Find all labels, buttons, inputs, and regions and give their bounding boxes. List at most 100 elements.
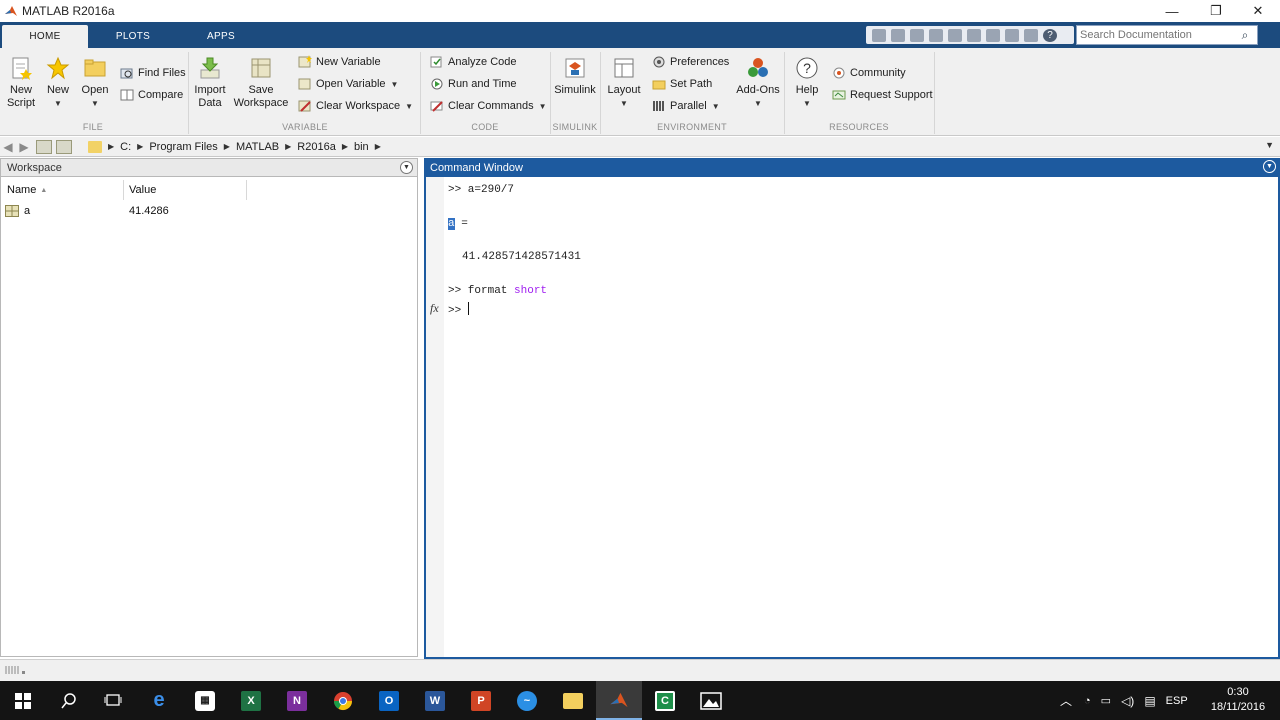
quick-access-button[interactable] (948, 28, 962, 42)
command-prompt[interactable]: >> (448, 302, 469, 317)
column-header-value[interactable]: Value (124, 180, 247, 200)
new-script-button[interactable]: New Script (6, 56, 36, 110)
add-ons-button[interactable]: Add-Ons ▼ (736, 56, 780, 110)
wifi-icon[interactable]: ◔ (1084, 695, 1091, 707)
taskbar-app-matlab[interactable] (596, 681, 642, 720)
back-arrow-icon[interactable]: ◀ (0, 140, 16, 154)
new-variable-button[interactable]: New Variable (298, 53, 381, 71)
quick-access-button[interactable] (986, 28, 1000, 42)
taskbar-app-camtasia[interactable]: C (642, 681, 688, 720)
clear-workspace-button[interactable]: Clear Workspace ▼ (298, 97, 413, 115)
volume-icon[interactable]: ◁) (1121, 694, 1134, 708)
tab-home[interactable]: HOME (2, 25, 88, 48)
taskbar-app-outlook[interactable]: O (366, 681, 412, 720)
group-label-simulink: SIMULINK (552, 122, 598, 132)
quick-access-button[interactable] (872, 28, 886, 42)
path-separator-icon: ▶ (108, 142, 115, 151)
path-segment[interactable]: bin (354, 141, 369, 153)
search-icon[interactable]: ⌕ (1237, 28, 1253, 43)
import-data-button[interactable]: Import Data (194, 56, 226, 110)
column-header-name[interactable]: Name ▲ (1, 180, 124, 200)
status-grip-icon[interactable] (4, 665, 26, 675)
open-button[interactable]: Open ▼ (80, 56, 110, 110)
tab-plots[interactable]: PLOTS (90, 25, 176, 48)
panel-options-icon[interactable]: ▼ (1263, 160, 1276, 173)
taskbar-app-store[interactable]: ▦ (182, 681, 228, 720)
taskbar-app-file-explorer[interactable] (550, 681, 596, 720)
request-support-label: Request Support (850, 89, 933, 101)
open-variable-button[interactable]: Open Variable ▼ (298, 75, 398, 93)
layout-button[interactable]: Layout ▼ (606, 56, 642, 110)
chevron-down-icon[interactable]: ▼ (539, 102, 547, 111)
selected-text[interactable]: a (448, 218, 455, 230)
command-window[interactable]: >> a=290/7 a = 41.428571428571431 >> for… (424, 177, 1280, 659)
preferences-button[interactable]: Preferences (652, 53, 729, 71)
chevron-down-icon[interactable]: ▼ (391, 80, 399, 89)
path-segment[interactable]: C: (120, 141, 131, 153)
path-segment[interactable]: R2016a (297, 141, 336, 153)
compare-button[interactable]: Compare (120, 86, 183, 104)
taskbar-app-chrome[interactable] (320, 681, 366, 720)
taskbar-app-word[interactable]: W (412, 681, 458, 720)
chevron-down-icon[interactable]: ▼ (405, 102, 413, 111)
search-input[interactable] (1077, 26, 1237, 44)
parallel-button[interactable]: Parallel ▼ (652, 97, 720, 115)
new-script-label-1: New (9, 84, 32, 96)
taskbar-app-edge[interactable]: e (136, 681, 182, 720)
help-button[interactable]: ? Help ▼ (792, 56, 822, 110)
function-browser-icon[interactable]: fx (430, 301, 439, 316)
run-and-time-button[interactable]: Run and Time (430, 75, 516, 93)
find-files-label: Find Files (138, 67, 186, 79)
task-view-button[interactable] (90, 681, 136, 720)
taskbar-app-powerpoint[interactable]: P (458, 681, 504, 720)
workspace-panel: Name ▲ Value a 41.4286 (0, 177, 418, 657)
chevron-down-icon: ▼ (754, 99, 762, 108)
panel-options-icon[interactable]: ▼ (400, 161, 413, 174)
chevron-down-icon[interactable]: ▼ (712, 102, 720, 111)
output-equals: = (454, 218, 468, 230)
analyze-code-button[interactable]: Analyze Code (430, 53, 517, 71)
start-button[interactable] (0, 681, 46, 720)
onenote-icon: N (287, 690, 307, 711)
simulink-button[interactable]: Simulink (554, 56, 596, 97)
clock[interactable]: 0:30 18/11/2016 (1208, 685, 1268, 715)
quick-access-button[interactable] (967, 28, 981, 42)
quick-access-button[interactable] (910, 28, 924, 42)
quick-access-button[interactable] (891, 28, 905, 42)
save-workspace-label-1: Save (248, 84, 274, 96)
tab-apps[interactable]: APPS (178, 25, 264, 48)
browse-folder-icon[interactable] (56, 139, 72, 154)
workspace-variable-row[interactable]: a 41.4286 (1, 201, 417, 221)
path-segment[interactable]: MATLAB (236, 141, 279, 153)
request-support-button[interactable]: Request Support (832, 86, 933, 104)
quick-access-button[interactable] (929, 28, 943, 42)
path-segment[interactable]: Program Files (149, 141, 217, 153)
close-button[interactable]: ✕ (1236, 0, 1280, 22)
save-workspace-icon (251, 58, 271, 78)
taskbar-app-messenger[interactable]: ~ (504, 681, 550, 720)
quick-access-button[interactable] (1024, 28, 1038, 42)
command-gutter (426, 177, 444, 657)
restore-button[interactable]: ❐ (1194, 0, 1238, 22)
folder-icon (563, 692, 583, 709)
new-button[interactable]: New ▼ (44, 56, 72, 110)
help-icon[interactable]: ? (1043, 28, 1057, 42)
set-path-button[interactable]: Set Path (652, 75, 712, 93)
taskbar-app-onenote[interactable]: N (274, 681, 320, 720)
community-button[interactable]: Community (832, 64, 906, 82)
minimize-button[interactable]: — (1150, 0, 1194, 22)
quick-access-button[interactable] (1005, 28, 1019, 42)
notification-icon[interactable]: ▤ (1144, 694, 1155, 708)
save-workspace-button[interactable]: Save Workspace (234, 56, 288, 110)
search-taskbar-button[interactable] (46, 681, 92, 720)
taskbar-app-excel[interactable]: X (228, 681, 274, 720)
taskbar-app-photos[interactable] (688, 681, 734, 720)
clear-commands-button[interactable]: Clear Commands ▼ (430, 97, 547, 115)
chevron-up-icon[interactable]: ︿ (1060, 692, 1072, 709)
chevron-down-icon[interactable]: ▼ (1265, 140, 1274, 150)
find-files-button[interactable]: Find Files (120, 64, 186, 82)
forward-arrow-icon[interactable]: ▶ (16, 140, 32, 154)
battery-icon[interactable]: ▭ (1101, 694, 1111, 707)
up-folder-icon[interactable] (36, 139, 52, 154)
language-indicator[interactable]: ESP (1166, 695, 1188, 707)
